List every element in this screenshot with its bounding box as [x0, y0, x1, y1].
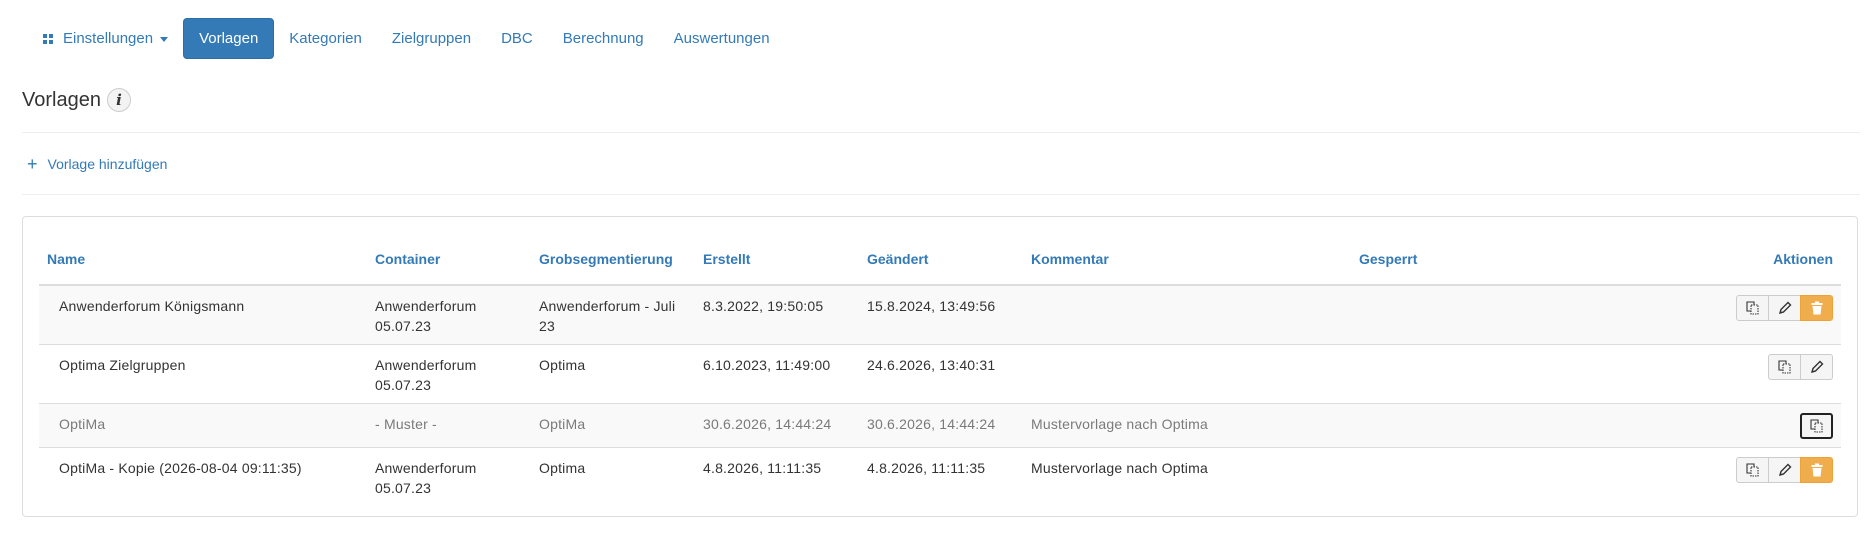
- trash-icon: [1811, 301, 1822, 315]
- cell-container: Anwenderforum 05.07.23: [367, 344, 531, 404]
- cell-kommentar: Mustervorlage nach Optima: [1023, 447, 1351, 506]
- plus-icon: +: [27, 154, 38, 174]
- column-header-grobsegmentierung[interactable]: Grobsegmentierung: [531, 233, 695, 286]
- info-icon[interactable]: i: [106, 88, 131, 112]
- page-header: Vorlagen i: [22, 88, 131, 112]
- add-template-label: Vorlage hinzufügen: [47, 156, 168, 172]
- cell-container: Anwenderforum 05.07.23: [367, 447, 531, 506]
- page-title: Vorlagen: [22, 88, 101, 111]
- column-header-erstellt[interactable]: Erstellt: [695, 233, 859, 286]
- copy-button[interactable]: [1768, 354, 1801, 380]
- column-header-aktionen: Aktionen: [1631, 233, 1841, 286]
- column-header-kommentar[interactable]: Kommentar: [1023, 233, 1351, 286]
- copy-icon: [1809, 419, 1823, 433]
- add-template-link[interactable]: + Vorlage hinzufügen: [27, 155, 167, 173]
- main-nav: Einstellungen Vorlagen Kategorien Zielgr…: [28, 18, 785, 59]
- tab-dbc[interactable]: DBC: [486, 18, 548, 59]
- column-header-gesperrt[interactable]: Gesperrt: [1351, 233, 1631, 286]
- caret-down-icon: [160, 37, 169, 42]
- copy-icon: [1745, 463, 1759, 477]
- action-buttons: [1768, 354, 1833, 380]
- action-buttons: [1800, 413, 1833, 439]
- cell-container: - Muster -: [367, 403, 531, 448]
- cell-grobsegmentierung: Optima: [531, 447, 695, 506]
- pencil-icon: [1778, 301, 1791, 315]
- tab-berechnung[interactable]: Berechnung: [548, 18, 659, 59]
- cell-erstellt: 6.10.2023, 11:49:00: [695, 344, 859, 404]
- tab-kategorien[interactable]: Kategorien: [274, 18, 377, 59]
- cell-geaendert: 4.8.2026, 11:11:35: [859, 447, 1023, 506]
- cell-grobsegmentierung: OptiMa: [531, 403, 695, 448]
- table-row: Optima Zielgruppen Anwenderforum 05.07.2…: [39, 344, 1841, 404]
- templates-panel: Name Container Grobsegmentierung Erstell…: [22, 216, 1858, 517]
- cell-gesperrt: [1351, 285, 1631, 345]
- cell-actions: [1631, 403, 1841, 448]
- cell-geaendert: 15.8.2024, 13:49:56: [859, 285, 1023, 345]
- column-header-container[interactable]: Container: [367, 233, 531, 286]
- cell-name: OptiMa: [39, 403, 367, 448]
- cell-gesperrt: [1351, 403, 1631, 448]
- copy-button[interactable]: [1736, 457, 1769, 483]
- pencil-icon: [1778, 463, 1791, 477]
- edit-button[interactable]: [1768, 295, 1801, 321]
- copy-icon: [1777, 360, 1791, 374]
- cell-geaendert: 30.6.2026, 14:44:24: [859, 403, 1023, 448]
- trash-icon: [1811, 463, 1822, 477]
- delete-button[interactable]: [1800, 295, 1833, 321]
- divider: [22, 132, 1860, 133]
- cell-actions: [1631, 285, 1841, 345]
- column-header-geaendert[interactable]: Geändert: [859, 233, 1023, 286]
- edit-button[interactable]: [1768, 457, 1801, 483]
- cell-actions: [1631, 344, 1841, 404]
- copy-button[interactable]: [1736, 295, 1769, 321]
- edit-button[interactable]: [1800, 354, 1833, 380]
- cell-name: Optima Zielgruppen: [39, 344, 367, 404]
- cell-kommentar: [1023, 285, 1351, 345]
- grid-icon: [43, 33, 53, 44]
- cell-erstellt: 30.6.2026, 14:44:24: [695, 403, 859, 448]
- copy-button[interactable]: [1800, 413, 1833, 439]
- table-row: Anwenderforum Königsmann Anwenderforum 0…: [39, 285, 1841, 345]
- action-buttons: [1736, 457, 1833, 483]
- tab-zielgruppen[interactable]: Zielgruppen: [377, 18, 486, 59]
- cell-gesperrt: [1351, 344, 1631, 404]
- divider: [22, 194, 1860, 195]
- delete-button[interactable]: [1800, 457, 1833, 483]
- cell-kommentar: Mustervorlage nach Optima: [1023, 403, 1351, 448]
- table-row: OptiMa - Muster - OptiMa 30.6.2026, 14:4…: [39, 403, 1841, 448]
- table-header-row: Name Container Grobsegmentierung Erstell…: [39, 233, 1841, 286]
- cell-gesperrt: [1351, 447, 1631, 506]
- cell-actions: [1631, 447, 1841, 506]
- cell-grobsegmentierung: Optima: [531, 344, 695, 404]
- copy-icon: [1745, 301, 1759, 315]
- tab-vorlagen[interactable]: Vorlagen: [183, 18, 275, 59]
- settings-label: Einstellungen: [63, 30, 154, 47]
- action-buttons: [1736, 295, 1833, 321]
- cell-erstellt: 4.8.2026, 11:11:35: [695, 447, 859, 506]
- column-header-name[interactable]: Name: [39, 233, 367, 286]
- cell-grobsegmentierung: Anwenderforum - Juli 23: [531, 285, 695, 345]
- cell-kommentar: [1023, 344, 1351, 404]
- table-row: OptiMa - Kopie (2026-08-04 09:11:35) Anw…: [39, 447, 1841, 506]
- cell-geaendert: 24.6.2026, 13:40:31: [859, 344, 1023, 404]
- cell-name: Anwenderforum Königsmann: [39, 285, 367, 345]
- templates-table: Name Container Grobsegmentierung Erstell…: [39, 233, 1841, 506]
- pencil-icon: [1810, 360, 1823, 374]
- cell-erstellt: 8.3.2022, 19:50:05: [695, 285, 859, 345]
- tab-auswertungen[interactable]: Auswertungen: [659, 18, 785, 59]
- settings-dropdown[interactable]: Einstellungen: [28, 18, 183, 59]
- cell-container: Anwenderforum 05.07.23: [367, 285, 531, 345]
- cell-name: OptiMa - Kopie (2026-08-04 09:11:35): [39, 447, 367, 506]
